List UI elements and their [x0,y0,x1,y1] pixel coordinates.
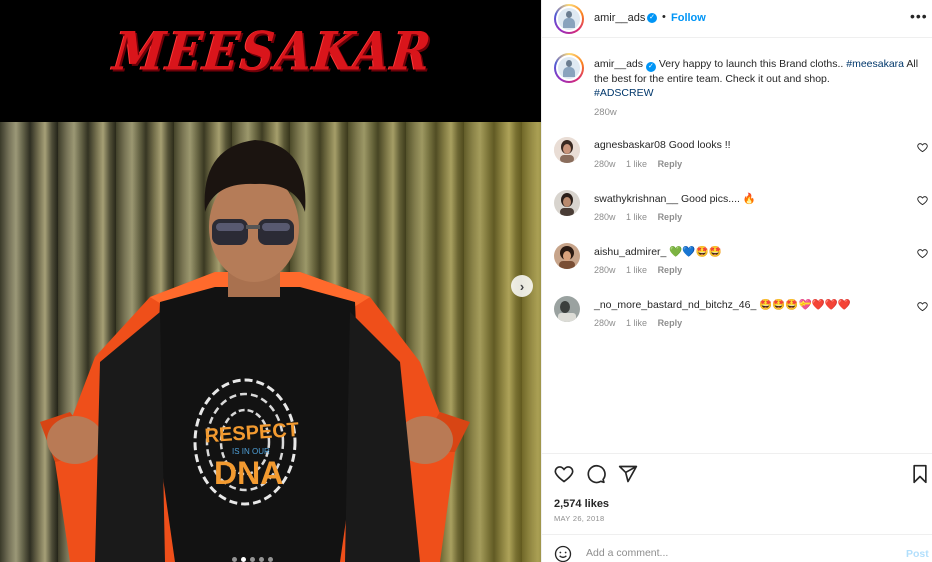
heart-icon[interactable] [554,464,574,484]
post-comment-button[interactable]: Post [906,548,929,560]
comment-emoji: 💚💙🤩🤩 [669,246,722,258]
carousel-dot [268,557,273,562]
comment-item: agnesbaskar08 Good looks !! 280w 1 like … [542,137,932,187]
more-options-icon[interactable]: ••• [910,8,928,24]
emoji-icon[interactable] [554,545,572,562]
comment-time[interactable]: 280w [594,212,616,222]
comment-username[interactable]: agnesbaskar08 [594,139,666,151]
avatar[interactable] [554,4,584,34]
comment-username[interactable]: swathykrishnan__ [594,193,678,205]
comment-body: Good pics.... [680,193,740,205]
likes-count[interactable]: 2,574 likes [554,498,609,510]
post-photo[interactable]: RESPECT IS IN OUR DNA [0,122,541,562]
instagram-post: MEESAKAR RESPECT IS IN OUR DNA › amir__a… [0,0,932,562]
caption-avatar[interactable] [554,53,584,83]
caption-text: amir__ads ✓ Very happy to launch this Br… [594,57,924,100]
chevron-right-icon: › [519,278,525,294]
bookmark-icon[interactable] [910,464,930,484]
comment-emoji: 🤩🤩🤩💝❤️❤️❤️ [759,299,851,311]
comment-icon[interactable] [586,464,606,484]
separator-dot: • [662,11,666,23]
left-hand [47,416,103,464]
comment-text: swathykrishnan__ Good pics.... 🔥 [594,192,756,205]
comment-avatar[interactable] [554,296,580,322]
header-username[interactable]: amir__ads [594,12,645,24]
brand-title: MEESAKAR [110,19,436,83]
reply-button[interactable]: Reply [658,159,683,169]
comment-time[interactable]: 280w [594,265,616,275]
person-illustration: RESPECT IS IN OUR DNA [40,140,470,562]
reply-button[interactable]: Reply [658,265,683,275]
caption-username[interactable]: amir__ads [594,58,643,70]
comment-time[interactable]: 280w [594,159,616,169]
action-divider [542,453,932,454]
comment-item: _no_more_bastard_nd_bitchz_46_ 🤩🤩🤩💝❤️❤️❤… [542,296,932,346]
comment-body: Good looks !! [668,139,731,151]
caption-timestamp[interactable]: 280w [594,107,617,118]
comment-likes[interactable]: 1 like [626,212,647,222]
post-header: amir__ads ✓ • Follow ••• [542,0,932,38]
comment-meta: 280w 1 like Reply [594,159,690,169]
comment-avatar[interactable] [554,190,580,216]
comment-likes[interactable]: 1 like [626,265,647,275]
post-side-panel: amir__ads ✓ • Follow ••• amir__ads ✓ Ver… [541,0,932,562]
carousel-dot [250,557,255,562]
reply-button[interactable]: Reply [658,318,683,328]
hashtag-link[interactable]: #ADSCREW [594,87,654,99]
comment-likes[interactable]: 1 like [626,318,647,328]
comment-text: aishu_admirer_ 💚💙🤩🤩 [594,245,722,258]
shirt-text-dna: DNA [214,455,283,491]
heart-icon[interactable] [917,195,928,206]
add-comment-bar: Post [542,534,932,562]
carousel-dot [232,557,237,562]
comment-time[interactable]: 280w [594,318,616,328]
comment-item: swathykrishnan__ Good pics.... 🔥 280w 1 … [542,190,932,240]
comment-text: _no_more_bastard_nd_bitchz_46_ 🤩🤩🤩💝❤️❤️❤… [594,298,851,311]
carousel-next-button[interactable]: › [511,275,533,297]
hashtag-link[interactable]: #meesakara [846,58,904,70]
carousel-indicator [232,557,273,562]
brand-banner: MEESAKAR [0,0,541,122]
heart-icon[interactable] [917,248,928,259]
heart-icon[interactable] [917,142,928,153]
comment-item: aishu_admirer_ 💚💙🤩🤩 280w 1 like Reply [542,243,932,293]
comment-username[interactable]: aishu_admirer_ [594,246,666,258]
comment-text: agnesbaskar08 Good looks !! [594,139,731,151]
reply-button[interactable]: Reply [658,212,683,222]
carousel-dot [259,557,264,562]
heart-icon[interactable] [917,301,928,312]
carousel-dot-active [241,557,246,562]
verified-badge-icon: ✓ [647,13,657,23]
post-date: MAY 26, 2018 [554,514,605,523]
comment-meta: 280w 1 like Reply [594,212,690,222]
verified-badge-icon: ✓ [645,62,656,72]
comment-avatar[interactable] [554,243,580,269]
comment-likes[interactable]: 1 like [626,159,647,169]
post-media: MEESAKAR RESPECT IS IN OUR DNA › [0,0,541,562]
comment-avatar[interactable] [554,137,580,163]
comment-emoji: 🔥 [742,193,756,205]
caption-body: Very happy to launch this Brand cloths.. [655,58,847,70]
share-icon[interactable] [618,464,638,484]
comment-meta: 280w 1 like Reply [594,318,690,328]
follow-button[interactable]: Follow [671,12,706,24]
comment-username[interactable]: _no_more_bastard_nd_bitchz_46_ [594,299,756,311]
add-comment-input[interactable] [586,547,886,559]
comment-meta: 280w 1 like Reply [594,265,690,275]
